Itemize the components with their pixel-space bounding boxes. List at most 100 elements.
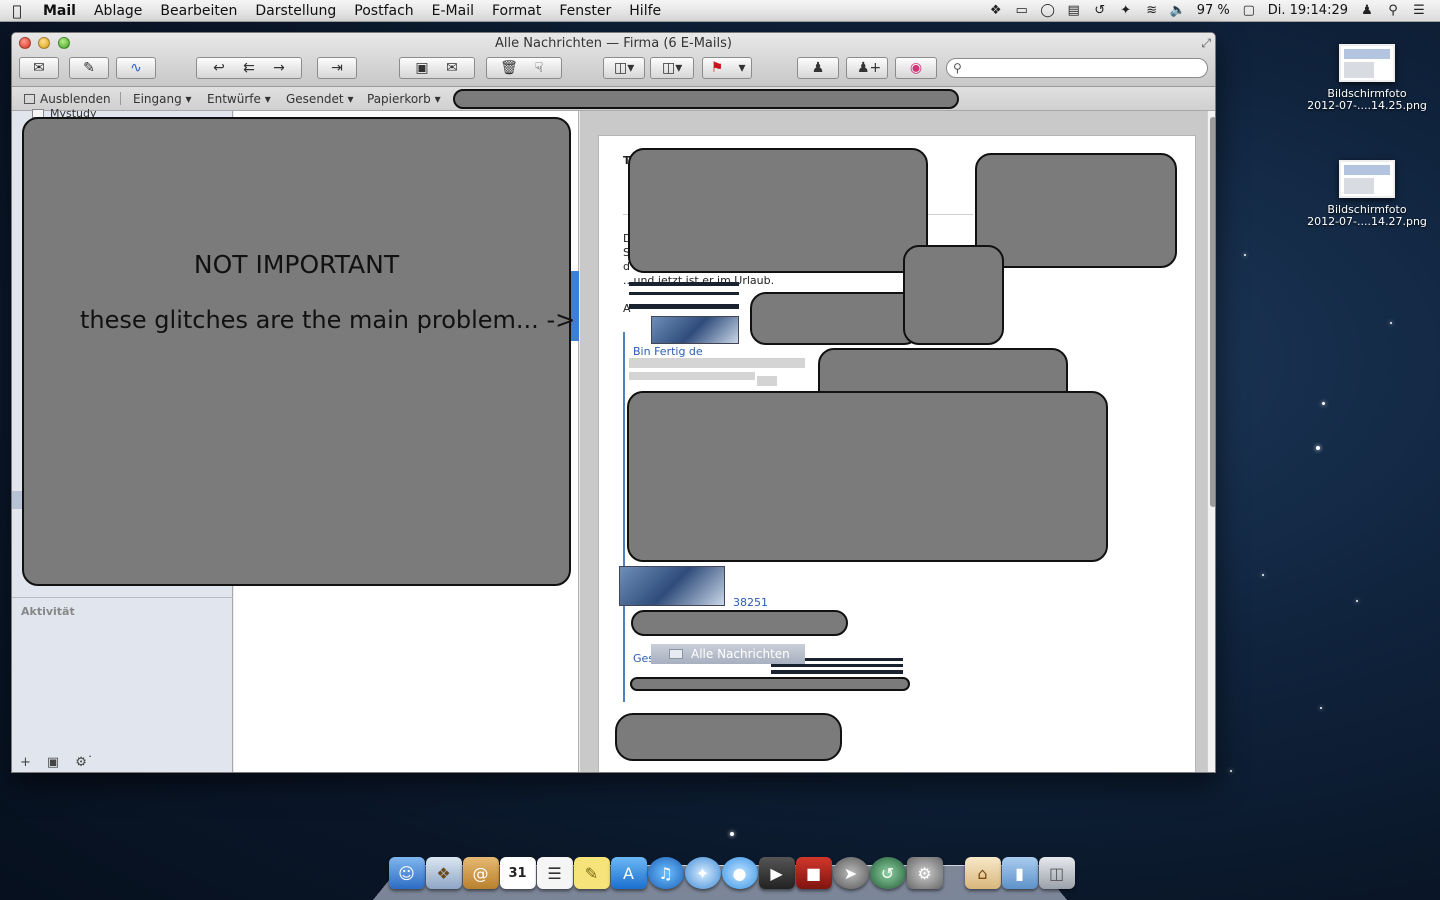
- system-preferences-icon[interactable]: ⚙: [906, 857, 943, 889]
- star: [1316, 446, 1320, 450]
- sidebar-footer: + ▣ ⚙˙: [20, 755, 93, 770]
- memory-icon[interactable]: ▤: [1061, 3, 1087, 18]
- star: [1390, 322, 1392, 324]
- redaction-box: [615, 713, 842, 761]
- star: [1320, 707, 1322, 709]
- search-input[interactable]: ⚲: [946, 58, 1208, 78]
- trash-icon[interactable]: ◫: [1038, 857, 1075, 889]
- menu-fenster[interactable]: Fenster: [550, 3, 620, 19]
- favorite-drafts[interactable]: Entwürfe ▾: [207, 92, 271, 106]
- favorite-trash[interactable]: Papierkorb ▾: [367, 92, 441, 106]
- star: [730, 832, 734, 836]
- time-machine-icon[interactable]: ↺: [869, 857, 906, 889]
- notes-icon[interactable]: ✎: [573, 857, 610, 889]
- star: [1230, 770, 1232, 772]
- divider: [12, 597, 233, 598]
- home-folder-icon[interactable]: ⌂: [964, 857, 1001, 889]
- scroll-thumb[interactable]: [1210, 117, 1215, 507]
- color-wheel-icon: ◉: [909, 60, 923, 76]
- flag-button[interactable]: ⚑ ▾: [702, 57, 752, 79]
- notification-center-icon[interactable]: ☰: [1406, 3, 1432, 18]
- time-machine-icon[interactable]: ↺: [1087, 3, 1113, 18]
- menu-darstellung[interactable]: Darstellung: [246, 3, 345, 19]
- messages-icon[interactable]: ●: [721, 857, 758, 889]
- menu-format[interactable]: Format: [483, 3, 550, 19]
- trash-icon[interactable]: 🗑: [499, 60, 519, 76]
- add-contact-button[interactable]: ♟+: [846, 57, 888, 79]
- hide-mailboxes-button[interactable]: Ausblenden: [24, 92, 111, 106]
- junk-icon[interactable]: ☟: [529, 60, 549, 76]
- calendar-icon[interactable]: 31: [499, 857, 536, 889]
- copy-icon: ◫▾: [662, 60, 683, 76]
- copy-to-button[interactable]: ◫▾: [650, 57, 694, 79]
- move-to-button[interactable]: ◫▾: [603, 57, 645, 79]
- menu-ablage[interactable]: Ablage: [85, 3, 151, 19]
- chevron-down-icon: ▾: [434, 92, 441, 106]
- safari-icon[interactable]: ✦: [684, 857, 721, 889]
- link[interactable]: 38251: [733, 596, 768, 609]
- favorite-inbox[interactable]: Eingang ▾: [133, 92, 192, 106]
- launchpad-icon[interactable]: ➤: [832, 857, 869, 889]
- fullscreen-icon[interactable]: ⤢: [1201, 36, 1211, 51]
- compose-button[interactable]: ✎: [69, 57, 109, 79]
- spotlight-icon[interactable]: ⚲: [1380, 3, 1406, 18]
- annotation-note: these glitches are the main problem... -…: [80, 306, 576, 334]
- dropbox-icon[interactable]: ❖: [983, 3, 1009, 18]
- itunes-icon[interactable]: ♫: [647, 857, 684, 889]
- chat-icon[interactable]: ◯: [1035, 3, 1061, 18]
- colors-button[interactable]: ◉: [895, 57, 937, 79]
- mail-stamp-image: [619, 566, 725, 606]
- screenshot-thumbnail: [1339, 160, 1395, 198]
- menu-bearbeiten[interactable]: Bearbeiten: [151, 3, 246, 19]
- user-icon[interactable]: ♟: [1354, 3, 1380, 18]
- facetime-icon[interactable]: ▶: [758, 857, 795, 889]
- calendar-day: 31: [508, 865, 527, 881]
- gear-icon[interactable]: ⚙˙: [75, 755, 93, 770]
- activity-button[interactable]: ∿: [116, 57, 156, 79]
- menu-email[interactable]: E-Mail: [423, 3, 483, 19]
- mail-icon[interactable]: ❖: [425, 857, 462, 889]
- activity-icon: ∿: [130, 60, 142, 76]
- wifi-icon[interactable]: ≋: [1139, 3, 1165, 18]
- desktop-file[interactable]: Bildschirmfoto 2012-07-....14.27.png: [1302, 160, 1432, 228]
- finder-icon[interactable]: ☺: [388, 857, 425, 889]
- airplay-icon[interactable]: ▭: [1009, 3, 1035, 18]
- apple-icon[interactable]: : [0, 2, 34, 20]
- documents-folder-icon[interactable]: ▮: [1001, 857, 1038, 889]
- render-glitch: [771, 664, 903, 667]
- get-mail-button[interactable]: ✉: [19, 57, 59, 79]
- menu-hilfe[interactable]: Hilfe: [620, 3, 670, 19]
- render-glitch: [629, 358, 805, 368]
- contacts-icon[interactable]: @: [462, 857, 499, 889]
- envelope-icon: ✉: [33, 60, 45, 76]
- forward-icon[interactable]: →: [269, 60, 289, 76]
- archive-icon[interactable]: ▣: [412, 60, 432, 76]
- menu-bar:  Mail Ablage Bearbeiten Darstellung Pos…: [0, 0, 1440, 22]
- menu-mail[interactable]: Mail: [34, 3, 85, 19]
- redirect-button[interactable]: ⇥: [317, 57, 357, 79]
- reply-icon[interactable]: ↩: [209, 60, 229, 76]
- battery-icon[interactable]: ▢: [1236, 3, 1262, 18]
- redirect-icon: ⇥: [331, 60, 343, 76]
- show-hide-icon[interactable]: ▣: [47, 755, 59, 770]
- app-store-icon[interactable]: A: [610, 857, 647, 889]
- clock[interactable]: Di. 19:14:29: [1262, 3, 1354, 18]
- reply-all-icon[interactable]: ⇇: [239, 60, 259, 76]
- link[interactable]: Bin Fertig de: [633, 345, 703, 358]
- desktop-file[interactable]: Bildschirmfoto 2012-07-....14.25.png: [1302, 44, 1432, 112]
- menu-postfach[interactable]: Postfach: [345, 3, 422, 19]
- annotation-overlay: NOT IMPORTANT these glitches are the mai…: [22, 117, 575, 586]
- reminders-icon[interactable]: ☰: [536, 857, 573, 889]
- quote-bar: [623, 332, 625, 702]
- bluetooth-icon[interactable]: ✦: [1113, 3, 1139, 18]
- volume-icon[interactable]: 🔈: [1165, 3, 1191, 18]
- photo-booth-icon[interactable]: ■: [795, 857, 832, 889]
- mark-read-icon[interactable]: ✉: [442, 60, 462, 76]
- favorite-sent[interactable]: Gesendet ▾: [286, 92, 354, 106]
- contacts-button[interactable]: ♟: [797, 57, 839, 79]
- vertical-scrollbar[interactable]: [1207, 111, 1215, 772]
- redaction-box: [975, 153, 1177, 268]
- chevron-down-icon: ▾: [347, 92, 354, 106]
- battery-percent[interactable]: 97 %: [1191, 3, 1236, 18]
- add-icon[interactable]: +: [20, 755, 31, 770]
